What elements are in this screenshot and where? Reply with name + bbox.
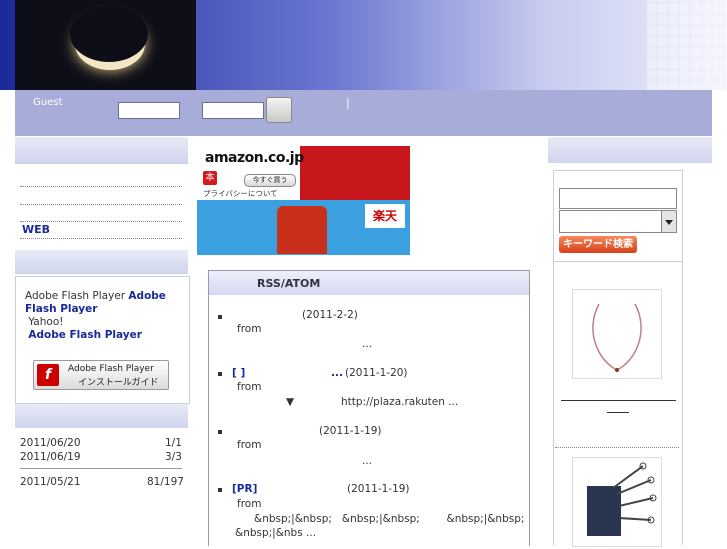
- triangle-down-icon: ▼: [286, 396, 295, 408]
- menu-item-1[interactable]: [20, 186, 182, 187]
- feed-excerpt: &nbsp;|&nbsp; &nbsp;|&nbsp; &nbsp;|&nbsp…: [254, 513, 525, 525]
- product-divider: [555, 447, 679, 448]
- book-badge: 本: [203, 171, 217, 185]
- feed-excerpt: &nbsp;|&nbs ...: [235, 527, 317, 539]
- feed-excerpt: ...: [362, 455, 373, 467]
- menu-item-3[interactable]: [20, 221, 182, 222]
- history-divider: [20, 468, 182, 469]
- password-input[interactable]: [202, 102, 264, 119]
- feed-date: (2011-1-20): [345, 367, 408, 379]
- history-count: 3/3: [165, 451, 182, 463]
- feed-tag[interactable]: [PR]: [232, 483, 257, 495]
- left-divider: [15, 163, 188, 164]
- feed-from: from: [237, 323, 262, 335]
- flash-notice-text: Adobe Flash Player Adobe Flash Player Ya…: [25, 290, 175, 342]
- product-underline-short: [607, 412, 629, 413]
- header-separator: |: [346, 96, 350, 109]
- flash-text-yahoo: Yahoo!: [28, 316, 64, 328]
- feed-tag[interactable]: [ ]: [232, 367, 245, 379]
- necklace-image: [592, 303, 642, 372]
- amazon-logo: amazon.co.jp: [205, 150, 304, 166]
- feed-from: from: [237, 498, 262, 510]
- moon-image: [15, 0, 196, 90]
- feed-date: (2011-1-19): [347, 483, 410, 495]
- robot-icon: [277, 206, 327, 254]
- flash-logo-icon: f: [37, 364, 59, 386]
- history-date[interactable]: 2011/05/21: [20, 476, 81, 488]
- left-column-header: [15, 137, 188, 163]
- history-date[interactable]: 2011/06/19: [20, 451, 81, 463]
- feed-excerpt: ...: [362, 338, 373, 350]
- feed-more[interactable]: ...: [331, 367, 343, 379]
- right-column-header: [548, 137, 712, 163]
- feed-link[interactable]: [PR]: [232, 482, 257, 497]
- feed-link-more[interactable]: ...: [331, 366, 343, 381]
- rakuten-logo: 楽天: [365, 204, 405, 228]
- feed-date: (2011-1-19): [319, 425, 382, 437]
- feed-date: (2011-2-2): [302, 309, 358, 321]
- buy-now-button[interactable]: 今すぐ買う: [244, 174, 296, 187]
- bullet-icon: [218, 315, 222, 319]
- menu-divider: [20, 238, 182, 239]
- feed-from: from: [237, 439, 262, 451]
- feed-excerpt: http://plaza.rakuten ...: [341, 396, 459, 408]
- category-select[interactable]: [559, 210, 677, 233]
- flash-text-1: Adobe Flash Player: [25, 290, 126, 302]
- login-button[interactable]: [266, 97, 292, 123]
- rakuten-ad[interactable]: 楽天: [197, 200, 410, 255]
- username-input[interactable]: [118, 102, 180, 119]
- menu-item-web[interactable]: WEB: [22, 223, 50, 236]
- feed-from: from: [237, 381, 262, 393]
- menu-item-2[interactable]: [20, 204, 182, 205]
- header-grid-decoration: [647, 0, 727, 90]
- feed-link[interactable]: [ ]: [232, 366, 245, 381]
- chevron-down-icon: [661, 211, 676, 232]
- history-count: 81/197: [147, 476, 184, 488]
- guest-label: Guest: [33, 97, 63, 108]
- amazon-ad[interactable]: amazon.co.jp 本 今すぐ買う プライバシーについて: [197, 146, 410, 200]
- bag-image: [587, 462, 657, 536]
- bullet-icon: [218, 430, 222, 434]
- flash-button-text-1: Adobe Flash Player: [68, 364, 154, 374]
- left-box-header: [15, 250, 188, 274]
- product-image[interactable]: [572, 457, 662, 547]
- keyword-input[interactable]: [559, 188, 677, 209]
- flash-install-button[interactable]: f Adobe Flash Player インストールガイド: [33, 360, 169, 390]
- product-image[interactable]: [572, 289, 662, 379]
- flash-link-2[interactable]: Adobe Flash Player: [28, 329, 142, 341]
- bullet-icon: [218, 488, 222, 492]
- flash-button-text-2: インストールガイド: [78, 378, 159, 388]
- keyword-search-button[interactable]: キーワード検索: [559, 236, 637, 253]
- product-underline: [561, 400, 676, 401]
- privacy-link[interactable]: プライバシーについて: [203, 188, 278, 199]
- history-header: [15, 404, 188, 428]
- history-count: 1/1: [165, 437, 182, 449]
- bullet-icon: [218, 372, 222, 376]
- rss-title: RSS/ATOM: [257, 277, 321, 290]
- history-date[interactable]: 2011/06/20: [20, 437, 81, 449]
